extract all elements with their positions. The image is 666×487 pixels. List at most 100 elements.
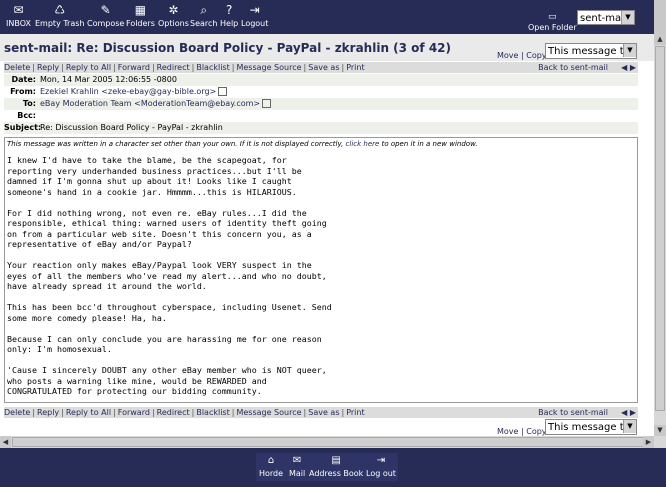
scroll-down-arrow-icon[interactable]: ▼ xyxy=(654,425,666,436)
reply-all-link[interactable]: Reply to All xyxy=(66,408,111,417)
message-view: sent-mail: Re: Discussion Board Policy -… xyxy=(0,34,654,436)
horizontal-scroll-thumb[interactable] xyxy=(12,437,644,447)
move-link[interactable]: Move xyxy=(497,51,518,60)
inbox-button[interactable]: ✉ INBOX xyxy=(6,2,31,28)
scroll-left-arrow-icon[interactable]: ◀ xyxy=(0,436,11,448)
move-link[interactable]: Move xyxy=(497,427,518,436)
scroll-right-arrow-icon[interactable]: ▶ xyxy=(643,436,654,448)
options-button[interactable]: ✲ Options xyxy=(158,2,189,28)
address-book-label: Address Book xyxy=(309,469,364,478)
subject-label: Subject: xyxy=(4,123,42,132)
message-headers: Date: Mon, 14 Mar 2005 12:06:55 -0800 Fr… xyxy=(4,74,638,134)
to-label: To: xyxy=(22,99,36,108)
home-icon: ⌂ xyxy=(267,455,275,466)
message-body-box: This message was written in a character … xyxy=(4,137,638,403)
horizontal-scrollbar[interactable]: ◀ ▶ xyxy=(0,436,666,448)
logout-button[interactable]: ⇥ Logout xyxy=(241,2,268,28)
folder-select[interactable]: sent-mail ▼ xyxy=(577,10,635,25)
chevron-down-icon: ▼ xyxy=(623,44,636,57)
move-copy-links: Move | Copy xyxy=(497,51,547,60)
inbox-icon: ✉ xyxy=(13,3,24,17)
back-to-folder-link[interactable]: Back to sent-mail xyxy=(538,62,608,73)
reply-link[interactable]: Reply xyxy=(37,63,59,72)
mail-icon: ✉ xyxy=(292,455,302,466)
save-as-link[interactable]: Save as xyxy=(308,63,339,72)
save-as-link[interactable]: Save as xyxy=(308,408,339,417)
log-out-button[interactable]: ⇥ Log out xyxy=(366,455,396,478)
forward-link[interactable]: Forward xyxy=(118,63,150,72)
compose-icon: ✎ xyxy=(100,3,111,17)
action-bar-top: Delete | Reply | Reply to All | Forward | Redire… xyxy=(4,62,638,73)
scroll-up-arrow-icon[interactable]: ▲ xyxy=(654,34,666,45)
folders-icon: ▦ xyxy=(134,3,147,17)
horde-label: Horde xyxy=(259,469,284,478)
forward-link[interactable]: Forward xyxy=(118,408,150,417)
search-icon: ⌕ xyxy=(200,3,208,17)
add-contact-icon[interactable] xyxy=(218,87,228,96)
move-target-select[interactable]: This message to ▼ xyxy=(545,43,637,59)
logout-icon: ⇥ xyxy=(249,3,260,17)
title-row: sent-mail: Re: Discussion Board Policy -… xyxy=(0,34,654,61)
chevron-down-icon: ▼ xyxy=(621,11,634,24)
options-label: Options xyxy=(158,19,189,28)
header-bcc: Bcc: xyxy=(4,110,638,122)
empty-trash-button[interactable]: ♺ Empty Trash xyxy=(35,2,84,28)
options-icon: ✲ xyxy=(168,3,179,17)
vertical-scroll-thumb[interactable] xyxy=(655,46,665,411)
message-source-link[interactable]: Message Source xyxy=(236,408,301,417)
copy-link[interactable]: Copy xyxy=(526,51,546,60)
message-body: I knew I'd have to take the blame, be th… xyxy=(7,155,332,396)
address-book-button[interactable]: ▤ Address Book xyxy=(309,455,363,478)
prev-next-arrows[interactable]: ◀ ▶ xyxy=(621,62,636,73)
add-contact-icon[interactable] xyxy=(262,99,272,108)
header-from: From: Ezekiel Krahlin <zeke-ebay@gay-bib… xyxy=(4,86,638,98)
top-toolbar: ✉ INBOX ♺ Empty Trash ✎ Compose ▦ Folder… xyxy=(0,0,666,34)
open-folder-label: Open Folder xyxy=(528,23,577,32)
log-out-label: Log out xyxy=(366,469,396,478)
action-bar-bottom: Delete | Reply | Reply to All | Forward | Redire… xyxy=(4,407,638,418)
trash-icon: ♺ xyxy=(54,3,66,17)
mail-button[interactable]: ✉ Mail xyxy=(289,455,305,478)
help-button[interactable]: ? Help xyxy=(220,2,238,28)
logout-icon: ⇥ xyxy=(376,455,386,466)
from-address-link[interactable]: Ezekiel Krahlin <zeke-ebay@gay-bible.org… xyxy=(40,87,216,96)
move-copy-links-bottom: Move | Copy xyxy=(497,427,547,436)
reply-link[interactable]: Reply xyxy=(37,408,59,417)
to-address-link[interactable]: eBay Moderation Team <ModerationTeam@eba… xyxy=(40,99,260,108)
bottom-toolbar-group: ⌂ Horde ✉ Mail ▤ Address Book ⇥ Log out xyxy=(256,453,398,481)
charset-note-text-end: to open it in a new window. xyxy=(379,140,478,148)
delete-link[interactable]: Delete xyxy=(4,408,30,417)
move-target-select-bottom[interactable]: This message to ▼ xyxy=(545,419,637,435)
page-title: sent-mail: Re: Discussion Board Policy -… xyxy=(4,41,451,55)
move-target-value: This message to xyxy=(548,422,630,433)
blacklist-link[interactable]: Blacklist xyxy=(196,63,229,72)
reply-all-link[interactable]: Reply to All xyxy=(66,63,111,72)
print-link[interactable]: Print xyxy=(346,408,364,417)
blacklist-link[interactable]: Blacklist xyxy=(196,408,229,417)
folder-icon: ▭ xyxy=(548,12,557,22)
search-label: Search xyxy=(190,19,218,28)
prev-next-arrows[interactable]: ◀ ▶ xyxy=(621,407,636,418)
compose-button[interactable]: ✎ Compose xyxy=(87,2,124,28)
vertical-scrollbar[interactable]: ▲ ▼ xyxy=(654,34,666,436)
from-value: Ezekiel Krahlin <zeke-ebay@gay-bible.org… xyxy=(40,86,228,98)
copy-link[interactable]: Copy xyxy=(526,427,546,436)
back-to-folder-link[interactable]: Back to sent-mail xyxy=(538,407,608,418)
inbox-label: INBOX xyxy=(6,19,31,28)
help-label: Help xyxy=(220,19,239,28)
horde-button[interactable]: ⌂ Horde xyxy=(259,455,283,478)
open-folder-button[interactable]: ▭ Open Folder xyxy=(528,12,577,32)
redirect-link[interactable]: Redirect xyxy=(157,408,190,417)
open-new-window-link[interactable]: click here xyxy=(346,140,380,148)
redirect-link[interactable]: Redirect xyxy=(157,63,190,72)
charset-note: This message was written in a character … xyxy=(7,140,478,148)
from-label: From: xyxy=(10,87,36,96)
folders-button[interactable]: ▦ Folders xyxy=(126,2,155,28)
subject-value: Re: Discussion Board Policy - PayPal - z… xyxy=(40,123,223,132)
delete-link[interactable]: Delete xyxy=(4,63,30,72)
search-button[interactable]: ⌕ Search xyxy=(190,2,217,28)
logout-label: Logout xyxy=(241,19,269,28)
header-date: Date: Mon, 14 Mar 2005 12:06:55 -0800 xyxy=(4,74,638,86)
print-link[interactable]: Print xyxy=(346,63,364,72)
message-source-link[interactable]: Message Source xyxy=(236,63,301,72)
